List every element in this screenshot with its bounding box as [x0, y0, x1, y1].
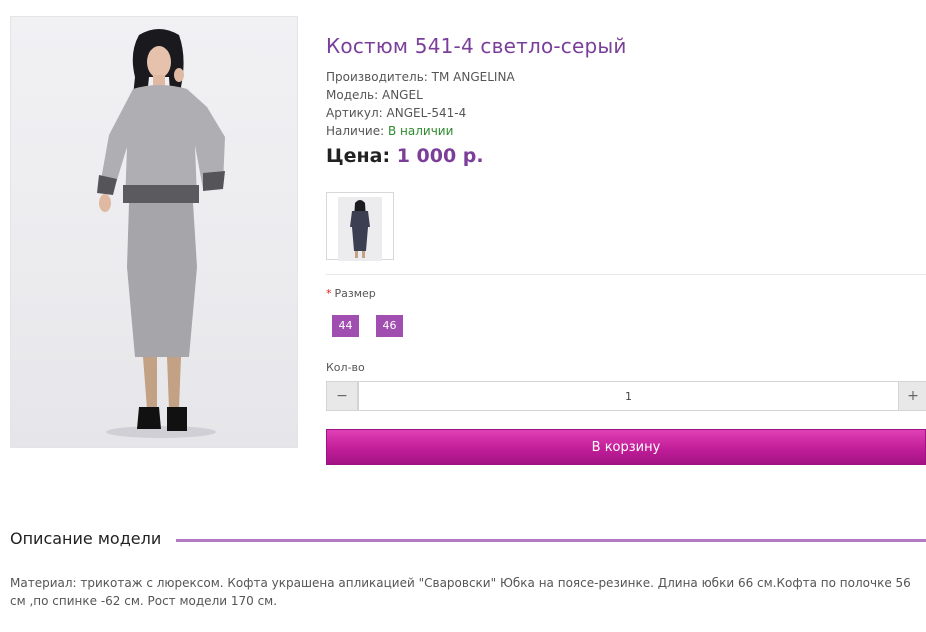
size-button-44[interactable]: 44	[332, 315, 359, 337]
options-divider	[326, 274, 926, 275]
availability-row: Наличие: В наличии	[326, 122, 515, 140]
availability-label: Наличие:	[326, 124, 385, 138]
sku-value: ANGEL-541-4	[386, 106, 467, 120]
description-heading: Описание модели	[10, 529, 162, 548]
quantity-label: Кол-во	[326, 361, 365, 374]
quantity-increase-button[interactable]: +	[898, 381, 926, 411]
quantity-input[interactable]	[358, 381, 899, 411]
description-heading-line	[176, 539, 926, 542]
size-label-text: Размер	[334, 287, 376, 300]
price-block: Цена: 1 000 р.	[326, 145, 484, 167]
model-figure-image	[97, 29, 225, 438]
price-value: 1 000 р.	[396, 145, 484, 167]
product-title: Костюм 541-4 светло-серый	[326, 34, 627, 58]
description-text: Материал: трикотаж с люрексом. Кофта укр…	[10, 576, 911, 608]
add-to-cart-button[interactable]: В корзину	[326, 429, 926, 465]
model-row: Модель: ANGEL	[326, 86, 515, 104]
quantity-decrease-button[interactable]: −	[326, 381, 358, 411]
price-label: Цена:	[326, 145, 391, 167]
product-specs: Производитель: ТМ ANGELINA Модель: ANGEL…	[326, 68, 515, 140]
manufacturer-row: Производитель: ТМ ANGELINA	[326, 68, 515, 86]
availability-value: В наличии	[388, 124, 454, 138]
model-value: ANGEL	[382, 88, 423, 102]
plus-icon: +	[907, 388, 919, 404]
thumbnail-image	[338, 197, 382, 261]
size-button-46[interactable]: 46	[376, 315, 403, 337]
sku-row: Артикул: ANGEL-541-4	[326, 104, 515, 122]
minus-icon: −	[336, 388, 348, 404]
sku-label: Артикул:	[326, 106, 383, 120]
main-product-image[interactable]	[10, 16, 298, 448]
product-thumbnail[interactable]	[326, 192, 394, 261]
model-label: Модель:	[326, 88, 379, 102]
size-option-label: * Размер	[326, 287, 376, 300]
manufacturer-value[interactable]: ТМ ANGELINA	[432, 70, 515, 84]
manufacturer-label: Производитель:	[326, 70, 428, 84]
required-asterisk: *	[326, 287, 332, 300]
